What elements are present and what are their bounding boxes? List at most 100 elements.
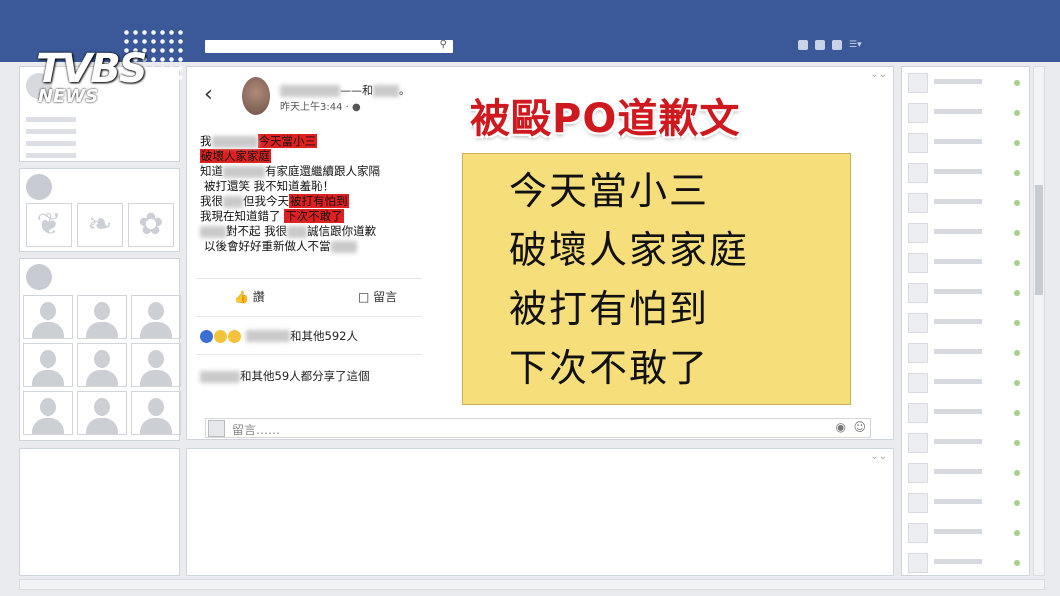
online-status-icon	[1014, 320, 1020, 326]
post-text: 但我今天	[243, 194, 289, 208]
avatar	[908, 73, 928, 93]
blurred-text	[330, 240, 357, 253]
chat-friend-row[interactable]	[908, 551, 1026, 573]
friend-thumbnail[interactable]	[77, 343, 127, 387]
wow-reaction-icon	[228, 329, 241, 343]
like-reaction-icon	[200, 329, 213, 343]
friend-name-placeholder	[934, 469, 982, 474]
online-status-icon	[1014, 380, 1020, 386]
chat-friend-row[interactable]	[908, 341, 1026, 363]
post-time-text: 昨天上午3:44 ·	[280, 102, 352, 113]
highlighted-text: 下次不敢了	[284, 209, 344, 223]
friend-thumbnail[interactable]	[131, 343, 181, 387]
friend-name-placeholder	[934, 319, 982, 324]
avatar	[908, 463, 928, 483]
friend-name-placeholder	[934, 169, 982, 174]
friend-name-placeholder	[934, 529, 982, 534]
chat-friend-row[interactable]	[908, 281, 1026, 303]
share-summary[interactable]: 和其他59人都分享了這個	[200, 368, 370, 384]
globe-icon[interactable]	[832, 40, 842, 50]
friend-name-placeholder	[934, 289, 982, 294]
friend-thumbnail[interactable]	[131, 391, 181, 435]
chat-friend-row[interactable]	[908, 221, 1026, 243]
online-status-icon	[1014, 440, 1020, 446]
post-line: 以後會好好重新做人不當	[200, 239, 380, 254]
camera-icon[interactable]: ◉	[836, 420, 846, 434]
friend-name-placeholder	[934, 499, 982, 504]
quote-line: 今天當小三	[509, 169, 710, 213]
messages-icon[interactable]	[815, 40, 825, 50]
post-text: 對不起 我很	[226, 224, 288, 238]
search-icon[interactable]: ⚲	[440, 39, 447, 50]
butterfly-icon[interactable]: ❦	[26, 203, 72, 247]
chat-friend-row[interactable]	[908, 491, 1026, 513]
chat-sidebar	[901, 66, 1030, 576]
search-input[interactable]: ⚲	[205, 39, 453, 53]
divider	[196, 316, 422, 317]
friend-thumbnail[interactable]	[23, 343, 73, 387]
friend-name-placeholder	[934, 259, 982, 264]
chevron-down-icon[interactable]: ⌄⌄	[870, 451, 887, 462]
like-label: 讚	[252, 290, 265, 304]
friend-thumbnail[interactable]	[23, 391, 73, 435]
friend-thumbnail[interactable]	[131, 295, 181, 339]
friend-thumbnail[interactable]	[77, 391, 127, 435]
post-text: 有家庭還繼續跟人家隔	[265, 164, 380, 178]
chat-friend-row[interactable]	[908, 71, 1026, 93]
chat-friend-row[interactable]	[908, 101, 1026, 123]
blurred-name	[200, 370, 240, 383]
like-button[interactable]: 👍 讚	[234, 288, 265, 305]
chat-friend-row[interactable]	[908, 251, 1026, 273]
placeholder-line	[26, 141, 76, 146]
flower-icon[interactable]: ✿	[128, 203, 174, 247]
friend-name-placeholder	[934, 439, 982, 444]
placeholder-line	[26, 129, 76, 134]
leaf-icon[interactable]: ❧	[77, 203, 123, 247]
chat-friend-row[interactable]	[908, 401, 1026, 423]
chat-friend-row[interactable]	[908, 191, 1026, 213]
friends-icon[interactable]	[798, 40, 808, 50]
post-author[interactable]: ——和 。	[280, 82, 410, 98]
friend-name-placeholder	[934, 139, 982, 144]
chat-friend-row[interactable]	[908, 371, 1026, 393]
photos-panel: ❦ ❧ ✿	[19, 168, 180, 252]
vertical-scrollbar[interactable]	[1033, 66, 1045, 576]
friend-name-placeholder	[934, 199, 982, 204]
placeholder-line	[26, 153, 76, 158]
avatar	[908, 133, 928, 153]
quote-line: 破壞人家家庭	[509, 228, 750, 272]
blurred-text	[287, 225, 308, 238]
avatar	[908, 313, 928, 333]
avatar	[908, 403, 928, 423]
online-status-icon	[1014, 560, 1020, 566]
post-line: 我現在知道錯了 下次不敢了	[200, 209, 380, 224]
friend-thumbnail[interactable]	[23, 295, 73, 339]
chat-friend-row[interactable]	[908, 431, 1026, 453]
speech-bubble-icon: □	[358, 290, 370, 304]
comment-button[interactable]: □ 留言	[358, 288, 397, 305]
post-line: 我很 但我今天被打有怕到	[200, 194, 380, 209]
avatar	[908, 163, 928, 183]
divider	[196, 278, 422, 279]
chat-friend-row[interactable]	[908, 521, 1026, 543]
post-text: 知道	[200, 164, 223, 178]
back-arrow-icon[interactable]: ‹	[204, 82, 213, 107]
chat-friend-row[interactable]	[908, 311, 1026, 333]
reaction-summary[interactable]: 和其他592人	[200, 328, 358, 344]
post-line: 破壞人家家庭	[200, 149, 380, 164]
menu-dropdown-icon[interactable]: ☰▾	[849, 40, 865, 50]
post-text: 被打還笑 我不知道羞恥！	[204, 179, 335, 193]
comment-input[interactable]: 留言…… ◉ ☺	[205, 418, 871, 438]
chat-friend-row[interactable]	[908, 461, 1026, 483]
chevron-down-icon[interactable]: ⌄⌄	[870, 69, 887, 80]
chat-friend-row[interactable]	[908, 161, 1026, 183]
horizontal-scrollbar[interactable]	[19, 579, 1045, 590]
post-body: 我今天當小三 破壞人家家庭 知道 有家庭還繼續跟人家隔 被打還笑 我不知道羞恥！ …	[200, 134, 380, 254]
scrollbar-thumb[interactable]	[1035, 185, 1043, 295]
friend-thumbnail[interactable]	[77, 295, 127, 339]
blurred-name	[280, 85, 340, 97]
post-text: 以後會好好重新做人不當	[204, 239, 331, 253]
emoji-icon[interactable]: ☺	[853, 420, 866, 434]
friend-name-placeholder	[934, 349, 982, 354]
chat-friend-row[interactable]	[908, 131, 1026, 153]
